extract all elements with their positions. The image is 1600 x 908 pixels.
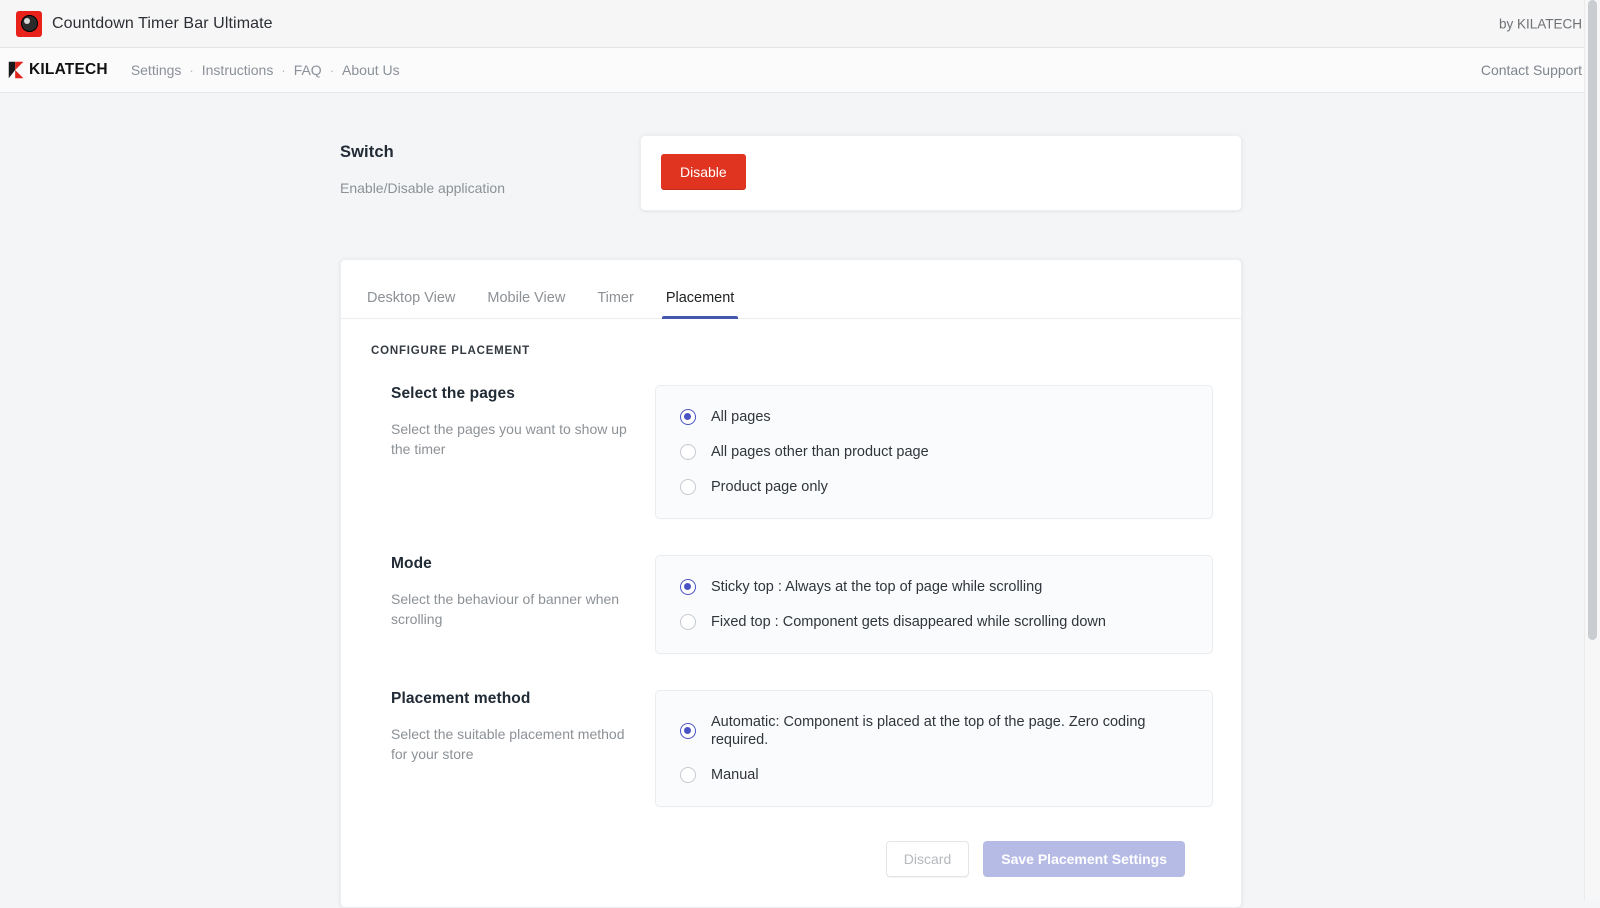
setting-description: Select the behaviour of banner when scro…	[391, 591, 620, 627]
option-panel-pages: All pages All pages other than product p…	[655, 385, 1213, 519]
nav-separator: ·	[281, 62, 286, 78]
radio-label: All pages	[711, 409, 771, 425]
setting-label: Placement method Select the suitable pla…	[369, 690, 655, 764]
tab-bar: Desktop View Mobile View Timer Placement	[341, 260, 1241, 319]
setting-label: Select the pages Select the pages you wa…	[369, 385, 655, 459]
app-titlebar: Countdown Timer Bar Ultimate by KILATECH	[0, 0, 1600, 48]
form-actions: Discard Save Placement Settings	[369, 807, 1213, 877]
radio-label: Fixed top : Component gets disappeared w…	[711, 614, 1106, 630]
radio-option-product-page-only[interactable]: Product page only	[680, 478, 1188, 496]
radio-label: All pages other than product page	[711, 444, 929, 460]
placement-settings-card: Desktop View Mobile View Timer Placement…	[340, 259, 1242, 908]
setting-description: Select the pages you want to show up the…	[391, 421, 627, 457]
radio-option-manual[interactable]: Manual	[680, 766, 1188, 784]
contact-support-link[interactable]: Contact Support	[1481, 62, 1582, 78]
brand-navbar: KILATECH Settings · Instructions · FAQ ·…	[0, 48, 1600, 93]
settings-body: Select the pages Select the pages you wa…	[341, 385, 1241, 877]
setting-select-the-pages: Select the pages Select the pages you wa…	[369, 385, 1213, 519]
setting-mode: Mode Select the behaviour of banner when…	[369, 555, 1213, 654]
radio-icon[interactable]	[680, 767, 696, 783]
tab-timer[interactable]: Timer	[581, 290, 650, 318]
save-placement-settings-button[interactable]: Save Placement Settings	[983, 841, 1185, 877]
nav-link-faq[interactable]: FAQ	[293, 62, 323, 78]
radio-label: Sticky top : Always at the top of page w…	[711, 579, 1043, 595]
setting-title: Select the pages	[391, 385, 515, 402]
radio-option-automatic[interactable]: Automatic: Component is placed at the to…	[680, 713, 1188, 749]
switch-section: Switch Enable/Disable application Disabl…	[340, 135, 1242, 211]
option-panel-placement-method: Automatic: Component is placed at the to…	[655, 690, 1213, 807]
kilatech-k-logo-icon	[8, 61, 24, 79]
disable-button[interactable]: Disable	[661, 154, 746, 190]
option-panel-mode: Sticky top : Always at the top of page w…	[655, 555, 1213, 654]
switch-section-label: Switch Enable/Disable application	[340, 135, 640, 198]
radio-label: Product page only	[711, 479, 828, 495]
page-scrollbar[interactable]	[1584, 0, 1600, 900]
setting-title: Placement method	[391, 690, 531, 707]
app-byline: by KILATECH	[1498, 16, 1582, 31]
nav-separator: ·	[329, 62, 335, 78]
brand-logo[interactable]: KILATECH	[6, 59, 108, 81]
radio-option-all-pages[interactable]: All pages	[680, 408, 1188, 426]
nav-separator: ·	[189, 62, 194, 78]
nav-link-instructions[interactable]: Instructions	[201, 62, 275, 78]
nav-links: Settings · Instructions · FAQ · About Us	[130, 62, 401, 78]
radio-label: Automatic: Component is placed at the to…	[711, 714, 1146, 748]
radio-icon[interactable]	[680, 409, 696, 425]
setting-label: Mode Select the behaviour of banner when…	[369, 555, 655, 629]
brand-name: KILATECH	[29, 61, 108, 78]
page-content: Switch Enable/Disable application Disabl…	[0, 93, 1600, 908]
scrollbar-thumb[interactable]	[1588, 0, 1597, 640]
setting-title: Mode	[391, 555, 432, 572]
page-title: Countdown Timer Bar Ultimate	[52, 14, 273, 32]
switch-card: Disable	[640, 135, 1242, 211]
nav-link-settings[interactable]: Settings	[130, 62, 183, 78]
countdown-timer-icon	[16, 10, 42, 37]
radio-option-all-pages-other-than-product-page[interactable]: All pages other than product page	[680, 443, 1188, 461]
switch-title: Switch	[340, 143, 394, 161]
switch-description: Enable/Disable application	[340, 180, 505, 196]
radio-icon[interactable]	[680, 723, 696, 739]
setting-placement-method: Placement method Select the suitable pla…	[369, 690, 1213, 807]
tab-mobile-view[interactable]: Mobile View	[471, 290, 581, 318]
setting-description: Select the suitable placement method for…	[391, 726, 625, 762]
content-wrapper: Switch Enable/Disable application Disabl…	[340, 135, 1242, 908]
radio-option-sticky-top[interactable]: Sticky top : Always at the top of page w…	[680, 578, 1188, 596]
nav-link-about-us[interactable]: About Us	[341, 62, 401, 78]
radio-label: Manual	[711, 767, 759, 783]
tab-desktop-view[interactable]: Desktop View	[351, 290, 471, 318]
radio-icon[interactable]	[680, 479, 696, 495]
discard-button[interactable]: Discard	[885, 841, 970, 877]
configure-placement-heading: CONFIGURE PLACEMENT	[371, 345, 530, 357]
radio-option-fixed-top[interactable]: Fixed top : Component gets disappeared w…	[680, 613, 1188, 631]
radio-icon[interactable]	[680, 614, 696, 630]
tab-placement[interactable]: Placement	[650, 290, 751, 319]
radio-icon[interactable]	[680, 444, 696, 460]
radio-icon[interactable]	[680, 579, 696, 595]
